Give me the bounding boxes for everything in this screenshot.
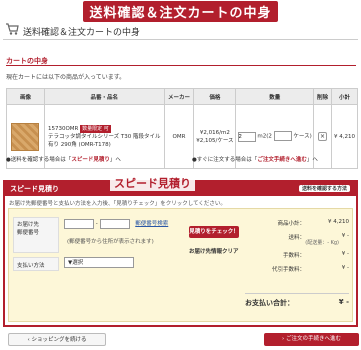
- order-hint-prefix: ●すぐに注文する場合は「: [192, 157, 258, 163]
- banner-title: 送料確認＆注文カートの中身: [83, 1, 278, 22]
- totals-value: ¥ -: [341, 233, 349, 239]
- quantity-unit-case: ケース): [293, 133, 312, 140]
- grand-total-value: ¥ -: [338, 298, 349, 306]
- zip-hint: (郵便番号から住所が表示されます): [67, 239, 154, 245]
- totals-label: 代引手数料：: [271, 267, 305, 273]
- quote-hint: ●送料を確認する場合は「スピード見積り」へ: [6, 155, 121, 163]
- quote-hint-prefix: ●送料を確認する場合は「: [6, 157, 72, 163]
- quote-totals: 商品小計： ¥ 4,210 送料： ¥ - (配送量：- Kg) 手数料： ¥ …: [245, 217, 349, 277]
- zip-part2-input[interactable]: [99, 219, 130, 229]
- shipping-help-link[interactable]: 送料を確認する方法: [298, 185, 350, 192]
- price-per-case: ¥2,105/ケース: [196, 137, 234, 144]
- totals-value: ¥ -: [341, 251, 349, 257]
- price-per-m2: ¥2,016/m2: [199, 129, 230, 136]
- col-price: 価格: [193, 88, 237, 105]
- zip-fields: - 郵便番号検索: [64, 219, 168, 229]
- quote-hint-link[interactable]: スピード見積り: [71, 157, 110, 163]
- totals-label: 商品小計：: [277, 221, 305, 227]
- speed-quote-instructions: お届け先郵便番号と支払い方法を入力後、「見積りチェック」をクリックしてください。: [9, 201, 226, 207]
- quantity-case-input[interactable]: [273, 131, 292, 142]
- col-maker: メーカー: [163, 88, 195, 105]
- order-hint: ●すぐに注文する場合は「ご注文手続きへ進む」へ: [192, 155, 318, 163]
- col-image: 画像: [6, 88, 45, 105]
- zip-label-box: お届け先 郵便番号: [13, 217, 59, 253]
- zip-lookup-link[interactable]: 郵便番号検索: [135, 221, 168, 227]
- clear-address-link[interactable]: お届け先情報クリア: [189, 247, 239, 255]
- page-title: 送料確認＆注文カートの中身: [23, 28, 141, 38]
- totals-row-subtotal: 商品小計： ¥ 4,210: [245, 217, 349, 231]
- product-name-line2[interactable]: 有り 290角 (OMR-T178): [48, 142, 111, 148]
- product-tag-badge: 数量限定 可: [80, 124, 111, 133]
- quote-check-button[interactable]: 見積りをチェック！: [189, 226, 239, 238]
- product-name[interactable]: テラコッタ調タイルシリーズ T30 階段タイル: [48, 134, 161, 140]
- zip-label-line1: お届け先: [17, 222, 40, 228]
- totals-row-shipping: 送料： ¥ - (配送量：- Kg): [245, 231, 349, 249]
- cart-table-header: 画像 品番・品名 メーカー 価格 数量 削除 小計: [6, 88, 358, 105]
- quantity-m2-input[interactable]: [237, 131, 256, 142]
- payment-label-box: 支払い方法: [13, 257, 59, 271]
- grand-total: お支払い合計： ¥ -: [245, 293, 349, 307]
- grand-total-label: お支払い合計：: [245, 299, 294, 307]
- order-hint-suffix: 」へ: [306, 157, 318, 163]
- totals-label: 手数料：: [282, 253, 305, 259]
- shipping-weight: (配送量：- Kg): [305, 240, 339, 246]
- product-maker: OMR: [163, 104, 195, 169]
- quote-hint-suffix: 」へ: [109, 157, 121, 163]
- payment-label: 支払い方法: [17, 263, 45, 269]
- section-divider: [6, 65, 356, 66]
- product-thumbnail[interactable]: [11, 122, 40, 151]
- totals-label: 送料：: [288, 235, 305, 241]
- cart-icon: [6, 23, 19, 35]
- totals-row-fee: 手数料： ¥ -: [245, 249, 349, 263]
- totals-value: ¥ -: [341, 265, 349, 271]
- col-subtotal: 小計: [331, 88, 358, 105]
- quantity-unit-m2: m2(2: [257, 133, 272, 140]
- continue-shopping-button[interactable]: ‹ ショッピングを続ける: [8, 333, 106, 346]
- totals-value: ¥ 4,210: [328, 219, 349, 225]
- page-banner: 送料確認＆注文カートの中身: [0, 0, 361, 22]
- speed-quote-panel: スピード見積り 送料を確認する方法 お届け先郵便番号と支払い方法を入力後、「見積…: [3, 180, 358, 327]
- col-name: 品番・品名: [43, 88, 165, 105]
- delete-icon[interactable]: ×: [318, 132, 328, 141]
- proceed-to-checkout-button[interactable]: › ご注文の手続きへ進む: [264, 333, 359, 346]
- order-hint-link[interactable]: ご注文手続きへ進む: [257, 157, 307, 163]
- col-qty: 数量: [235, 88, 315, 105]
- zip-dash: -: [95, 221, 98, 227]
- zip-part1-input[interactable]: [64, 219, 94, 229]
- totals-row-cod: 代引手数料： ¥ -: [245, 263, 349, 277]
- payment-method-select[interactable]: ▼選択: [64, 257, 134, 268]
- speed-quote-heading: スピード見積り: [10, 185, 59, 193]
- speed-quote-form: お届け先 郵便番号 - 郵便番号検索 (郵便番号から住所が表示されます) 支払い…: [8, 208, 353, 322]
- speed-quote-overlay-label: スピード見積り: [110, 175, 195, 191]
- cart-lead-text: 現在カートには以下の商品が入っています。: [6, 74, 126, 81]
- product-code: 15730OMR: [47, 125, 79, 132]
- page-header: 送料確認＆注文カートの中身: [3, 20, 358, 40]
- col-delete: 削除: [313, 88, 332, 105]
- zip-label-line2: 郵便番号: [17, 230, 40, 236]
- product-subtotal: ¥ 4,210: [331, 104, 358, 169]
